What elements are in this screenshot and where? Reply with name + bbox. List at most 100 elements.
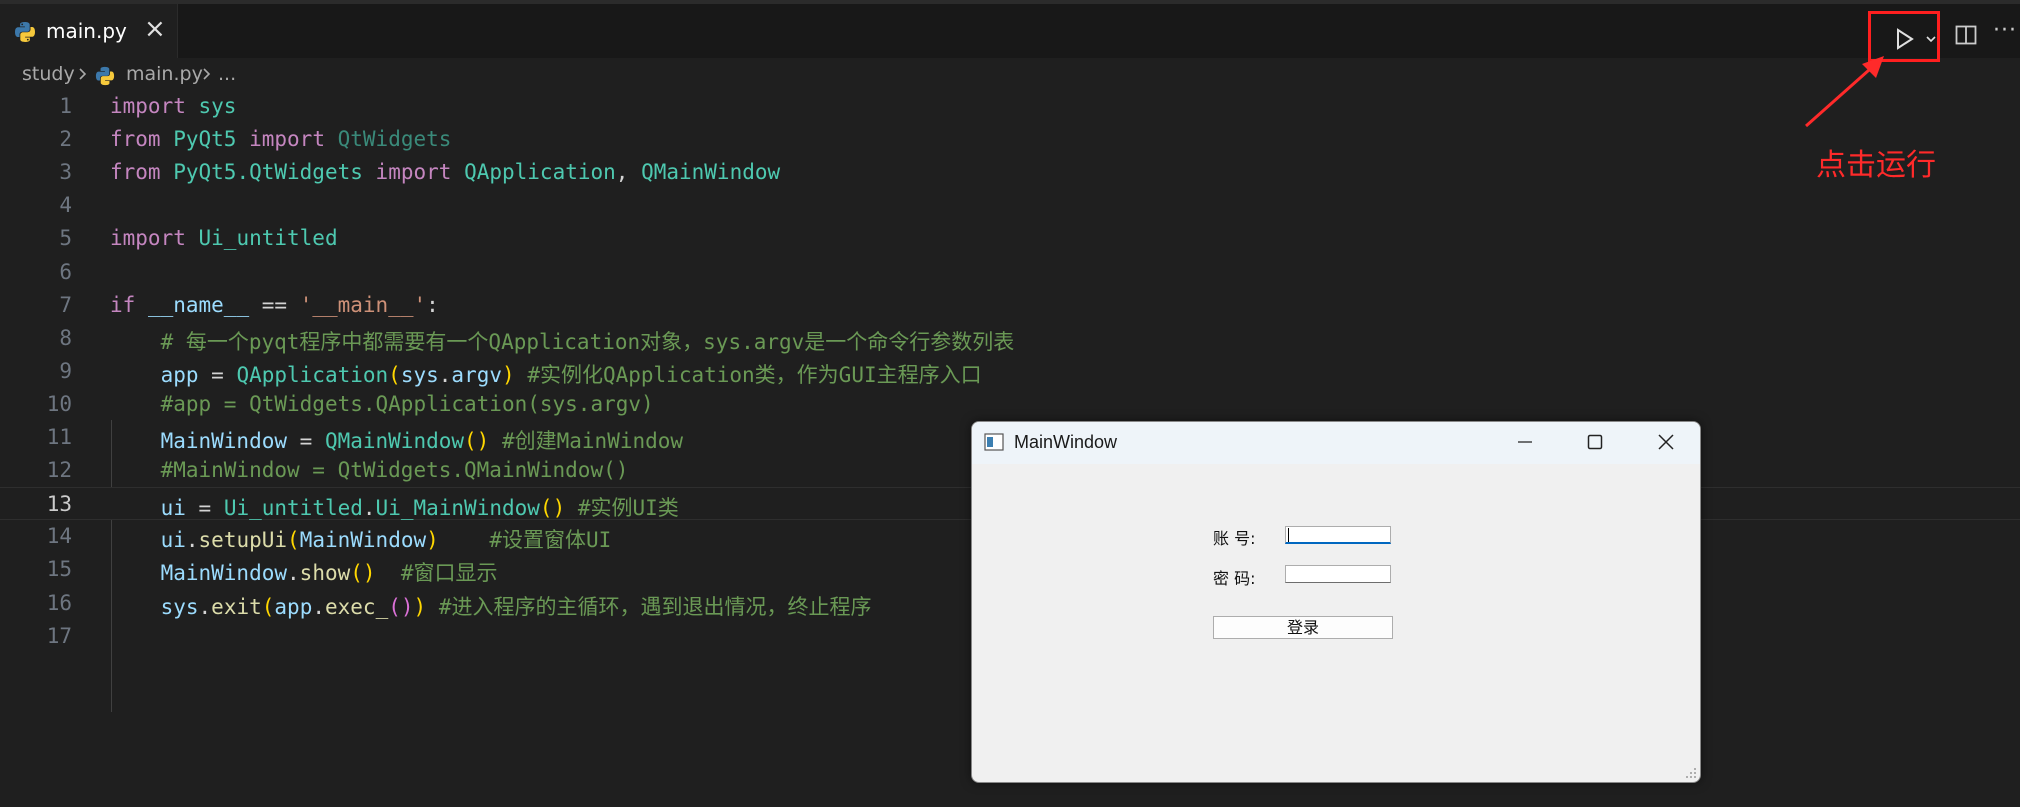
code-token: , — [615, 160, 642, 185]
line-number: 2 — [59, 127, 72, 152]
code-text: from PyQt5.QtWidgets import QApplication… — [110, 160, 780, 184]
code-token: QMainWindow — [641, 160, 781, 185]
breadcrumb-symbols[interactable]: ... — [218, 63, 236, 85]
password-label: 密 码: — [1213, 569, 1256, 588]
code-token: from — [110, 127, 161, 152]
breadcrumb-folder[interactable]: study — [22, 63, 75, 85]
code-token: MainWindow — [160, 561, 288, 586]
code-token: app — [274, 594, 313, 619]
code-token: () — [388, 594, 414, 619]
breadcrumb-file[interactable]: main.py — [126, 63, 203, 85]
login-button[interactable]: 登录 — [1213, 616, 1393, 639]
code-line[interactable]: 5 import Ui_untitled — [0, 222, 2020, 255]
code-token: #实例UI类 — [577, 496, 679, 521]
minimize-icon[interactable] — [1516, 432, 1534, 452]
code-token: '__main__' — [299, 292, 427, 317]
line-number: 8 — [59, 325, 72, 350]
code-token: . — [198, 594, 212, 619]
split-editor-icon[interactable] — [1955, 25, 1977, 45]
code-token: import — [375, 160, 452, 185]
code-token: == — [249, 292, 300, 317]
code-token: . — [438, 362, 452, 387]
qt-title-bar[interactable]: MainWindow — [972, 422, 1700, 464]
editor-tab-bar: main.py × ··· — [0, 0, 2020, 62]
chevron-down-icon[interactable] — [1925, 28, 1937, 50]
code-token: PyQt5 — [173, 127, 237, 152]
account-input[interactable] — [1285, 526, 1391, 544]
code-line[interactable]: 8 # 每一个pyqt程序中都需要有一个QApplication对象，sys.a… — [0, 322, 2020, 355]
code-text: MainWindow = QMainWindow() #创建MainWindow — [110, 425, 683, 455]
code-token: exit — [211, 594, 262, 619]
line-number: 17 — [46, 623, 72, 648]
code-token: #app = QtWidgets.QApplication(sys.argv) — [160, 391, 654, 416]
code-token: () — [539, 496, 566, 521]
code-line[interactable]: 10 #app = QtWidgets.QApplication(sys.arg… — [0, 388, 2020, 421]
more-actions-icon[interactable]: ··· — [1993, 18, 2017, 43]
line-number: 14 — [46, 524, 72, 549]
window-icon — [984, 433, 1004, 451]
code-line[interactable]: 4 — [0, 189, 2020, 222]
code-line[interactable]: 7 if __name__ == '__main__': — [0, 289, 2020, 322]
code-line[interactable]: 9 app = QApplication(sys.argv) #实例化QAppl… — [0, 355, 2020, 388]
chevron-right-icon — [203, 68, 211, 80]
code-token: QApplication — [236, 362, 389, 387]
close-icon[interactable]: × — [144, 14, 166, 44]
code-token: sys — [400, 362, 439, 387]
code-text: from PyQt5 import QtWidgets — [110, 127, 451, 151]
code-token: show — [299, 561, 351, 586]
line-number: 6 — [59, 259, 72, 284]
code-token: = — [198, 362, 237, 387]
code-line[interactable]: 6 — [0, 256, 2020, 289]
code-text: if __name__ == '__main__': — [110, 293, 439, 317]
password-input[interactable] — [1285, 565, 1391, 583]
code-token: app — [160, 362, 199, 387]
code-line[interactable]: 3 from PyQt5.QtWidgets import QApplicatio… — [0, 156, 2020, 189]
line-number: 1 — [59, 94, 72, 118]
resize-grip-icon[interactable] — [1685, 767, 1697, 779]
code-text: ui.setupUi(MainWindow) #设置窗体UI — [110, 524, 612, 554]
code-token: MainWindow — [160, 429, 288, 453]
code-token: sys — [160, 594, 199, 619]
code-token: #窗口显示 — [400, 561, 498, 586]
annotation-arrow — [1805, 56, 1884, 128]
code-token: ) — [413, 594, 427, 619]
code-token: setupUi — [198, 528, 288, 553]
code-token: . — [185, 528, 199, 553]
code-token: from — [110, 160, 161, 185]
code-token: import — [110, 94, 186, 118]
line-number: 9 — [59, 358, 72, 383]
code-line[interactable]: 1 import sys — [0, 90, 2020, 123]
code-token: #设置窗体UI — [489, 528, 612, 553]
code-token: ) — [502, 362, 515, 387]
code-text: # 每一个pyqt程序中都需要有一个QApplication对象，sys.arg… — [110, 326, 1015, 356]
code-token: #进入程序的主循环，遇到退出情况，终止程序 — [438, 594, 872, 619]
qt-main-window[interactable]: MainWindow 账 号: 密 码: 登录 — [971, 421, 1701, 783]
code-token: () — [464, 429, 490, 453]
code-token: argv — [451, 362, 502, 387]
code-token: Ui_MainWindow — [375, 496, 540, 521]
annotation-text: 点击运行 — [1816, 148, 1936, 183]
breadcrumb: study main.py ... — [0, 58, 2020, 92]
chevron-right-icon — [79, 68, 87, 80]
maximize-icon[interactable] — [1586, 433, 1604, 451]
close-icon[interactable] — [1656, 432, 1676, 452]
code-token: Ui_untitled — [198, 226, 338, 251]
tab-main-py[interactable]: main.py × — [0, 4, 178, 58]
code-token: () — [350, 561, 376, 586]
code-line[interactable]: 2 from PyQt5 import QtWidgets — [0, 123, 2020, 156]
code-token: sys — [198, 94, 237, 118]
code-text: import sys — [110, 94, 236, 118]
code-token: QApplication — [464, 160, 616, 185]
code-token: __name__ — [147, 292, 250, 317]
code-text: app = QApplication(sys.argv) #实例化QApplic… — [110, 359, 982, 389]
code-text: MainWindow.show() #窗口显示 — [110, 557, 498, 587]
